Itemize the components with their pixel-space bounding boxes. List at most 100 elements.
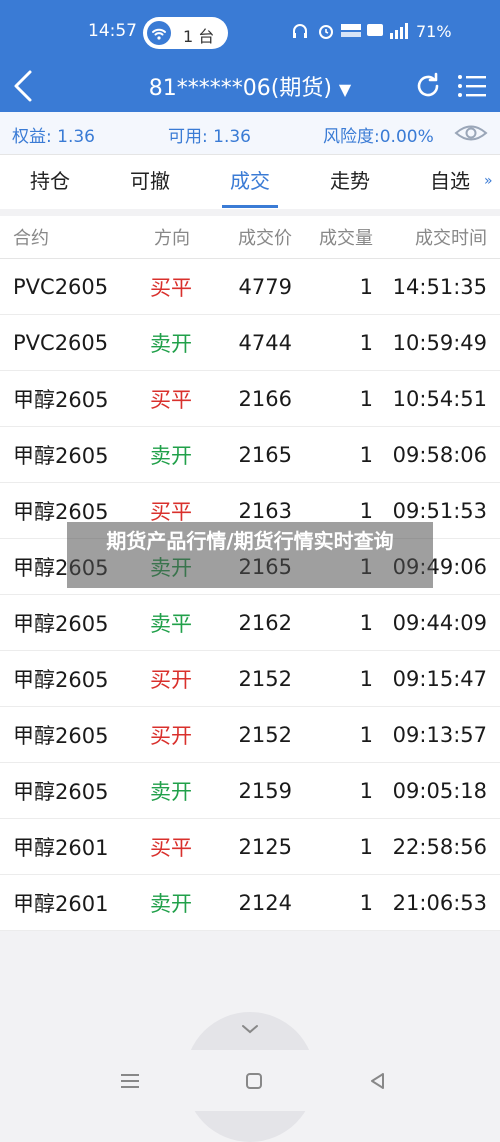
table-row[interactable]: 甲醇2605 卖开 2165 1 09:58:06 (0, 427, 500, 483)
account-title-text: 81******06(期货) (148, 76, 332, 101)
table-row[interactable]: 甲醇2601 买平 2125 1 22:58:56 (0, 819, 500, 875)
data-speed-icon (340, 21, 362, 45)
cell-price: 4744 (238, 330, 292, 355)
tab-trend[interactable]: 走势 (315, 165, 385, 194)
equity-text: 权益: 1.36 (12, 127, 95, 147)
cell-price: 2163 (238, 498, 292, 523)
cell-contract: 甲醇2601 (13, 835, 109, 860)
tab-positions[interactable]: 持仓 (15, 165, 85, 194)
cell-volume: 1 (359, 890, 373, 915)
header-price: 成交价 (238, 228, 292, 249)
tab-cancelable[interactable]: 可撤 (115, 165, 185, 194)
cell-volume: 1 (359, 722, 373, 747)
cell-price: 2159 (238, 778, 292, 803)
top-bar: 14:57 1 台 71% 81******06(期货) ▼ (0, 0, 500, 112)
nav-menu-icon[interactable] (120, 1071, 140, 1095)
available-text: 可用: 1.36 (168, 127, 251, 147)
cell-price: 2166 (238, 386, 292, 411)
cell-time: 10:59:49 (392, 330, 487, 355)
wifi-icon (147, 21, 171, 45)
cell-price: 2124 (238, 890, 292, 915)
cell-time: 09:58:06 (392, 442, 487, 467)
table-row[interactable]: 甲醇2605 卖平 2162 1 09:44:09 (0, 595, 500, 651)
cell-direction: 买平 (150, 835, 192, 860)
eye-icon[interactable] (454, 118, 488, 153)
cell-time: 14:51:35 (392, 274, 487, 299)
cell-price: 2125 (238, 834, 292, 859)
cell-time: 21:06:53 (392, 890, 487, 915)
table-row[interactable]: 甲醇2605 买开 2152 1 09:15:47 (0, 651, 500, 707)
cell-volume: 1 (359, 666, 373, 691)
tab-watchlist[interactable]: 自选 (415, 165, 485, 194)
cell-volume: 1 (359, 274, 373, 299)
cell-price: 2152 (238, 722, 292, 747)
cell-direction: 卖开 (150, 891, 192, 916)
tab-trades[interactable]: 成交 (215, 165, 285, 194)
cell-time: 09:15:47 (392, 666, 487, 691)
table-body: PVC2605 买平 4779 1 14:51:35 PVC2605 卖开 4744 1 10:5… (0, 259, 500, 931)
cell-volume: 1 (359, 442, 373, 467)
table-row[interactable]: PVC2605 买平 4779 1 14:51:35 (0, 259, 500, 315)
cell-time: 22:58:56 (392, 834, 487, 859)
dropdown-icon: ▼ (338, 80, 352, 99)
cell-contract: PVC2605 (13, 274, 109, 299)
cell-contract: 甲醇2601 (13, 891, 109, 916)
cell-price: 2165 (238, 442, 292, 467)
status-icons: 71% (290, 19, 470, 45)
battery-label: 71% (416, 22, 452, 41)
cell-volume: 1 (359, 386, 373, 411)
menu-icon[interactable] (456, 68, 488, 108)
cell-price: 2152 (238, 666, 292, 691)
table-header: 合约 方向 成交价 成交量 成交时间 (0, 216, 500, 259)
cell-time: 09:05:18 (392, 778, 487, 803)
table-row[interactable]: 甲醇2605 买平 2166 1 10:54:51 (0, 371, 500, 427)
status-bar: 14:57 1 台 71% (0, 0, 500, 62)
alarm-icon (316, 21, 336, 45)
cell-direction: 买开 (150, 667, 192, 692)
cell-volume: 1 (359, 610, 373, 635)
hotspot-pill[interactable]: 1 台 (143, 17, 228, 49)
nav-back-icon[interactable] (368, 1071, 388, 1095)
more-tabs-icon[interactable]: » (484, 173, 493, 189)
pill-label: 1 台 (183, 27, 215, 46)
cell-time: 09:13:57 (392, 722, 487, 747)
table-row[interactable]: 甲醇2605 卖开 2159 1 09:05:18 (0, 763, 500, 819)
cell-contract: 甲醇2605 (13, 611, 109, 636)
cell-volume: 1 (359, 834, 373, 859)
cell-direction: 卖开 (150, 779, 192, 804)
header-contract: 合约 (13, 228, 49, 249)
cell-time: 10:54:51 (392, 386, 487, 411)
hd-icon (366, 21, 384, 43)
refresh-icon[interactable] (412, 68, 444, 108)
cell-contract: 甲醇2605 (13, 499, 109, 524)
cell-volume: 1 (359, 778, 373, 803)
account-info-bar: 权益: 1.36 可用: 1.36 风险度:0.00% (0, 112, 500, 154)
table-row[interactable]: PVC2605 卖开 4744 1 10:59:49 (0, 315, 500, 371)
cell-price: 4779 (238, 274, 292, 299)
table-row[interactable]: 甲醇2605 买开 2152 1 09:13:57 (0, 707, 500, 763)
nav-home-icon[interactable] (244, 1071, 264, 1095)
status-time: 14:57 (88, 21, 137, 41)
signal-icon (388, 21, 412, 45)
cell-direction: 买平 (150, 275, 192, 300)
risk-text: 风险度:0.00% (323, 127, 434, 147)
cell-price: 2162 (238, 610, 292, 635)
nav-bar: 81******06(期货) ▼ (0, 62, 500, 112)
cell-direction: 买开 (150, 723, 192, 748)
cell-time: 09:44:09 (392, 610, 487, 635)
cell-time: 09:51:53 (392, 498, 487, 523)
header-direction: 方向 (154, 228, 190, 249)
table-row[interactable]: 甲醇2601 卖开 2124 1 21:06:53 (0, 875, 500, 931)
header-time: 成交时间 (415, 228, 487, 249)
cell-direction: 卖开 (150, 331, 192, 356)
tab-bar: 持仓 可撤 成交 走势 自选 » (0, 154, 500, 209)
cell-contract: 甲醇2605 (13, 779, 109, 804)
cell-contract: 甲醇2605 (13, 387, 109, 412)
active-tab-indicator (222, 205, 278, 208)
system-nav-bar (0, 1050, 500, 1111)
cell-direction: 买平 (150, 387, 192, 412)
cell-contract: 甲醇2605 (13, 443, 109, 468)
cell-volume: 1 (359, 330, 373, 355)
cell-contract: 甲醇2605 (13, 723, 109, 748)
cell-contract: 甲醇2605 (13, 667, 109, 692)
